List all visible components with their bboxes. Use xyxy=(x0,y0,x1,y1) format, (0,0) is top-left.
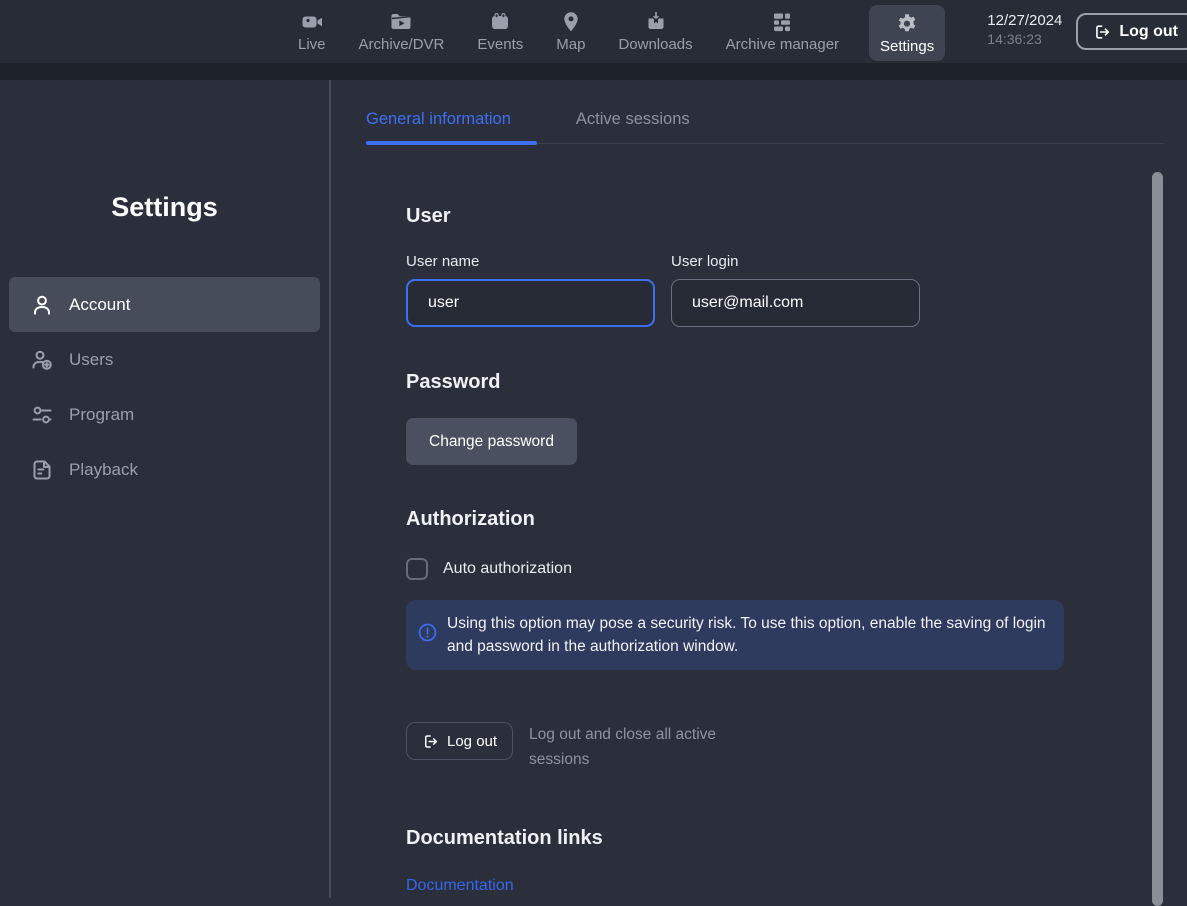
auto-authorization-row: Auto authorization xyxy=(406,558,1064,580)
nav-item-downloads[interactable]: Downloads xyxy=(615,0,695,63)
auto-authorization-checkbox[interactable] xyxy=(406,558,428,580)
sidebar-item-label: Program xyxy=(69,405,134,425)
user-section: User User name User login xyxy=(406,205,1064,327)
grid-chip-icon xyxy=(770,10,794,34)
logout-section: Log out Log out and close all active ses… xyxy=(406,722,1064,772)
logout-icon xyxy=(1093,23,1111,41)
user-section-title: User xyxy=(406,205,1064,228)
top-bar: Live Archive/DVR Events Map Downloads xyxy=(0,0,1187,63)
user-name-input[interactable] xyxy=(406,279,655,327)
security-warning-text: Using this option may pose a security ri… xyxy=(447,612,1050,658)
logout-icon xyxy=(422,733,439,750)
nav-item-events[interactable]: Events xyxy=(474,0,526,63)
sidebar-item-users[interactable]: Users xyxy=(9,332,320,387)
user-name-label: User name xyxy=(406,253,655,270)
person-add-icon xyxy=(29,347,55,373)
sidebar-item-playback[interactable]: Playback xyxy=(9,442,320,497)
nav-item-label: Events xyxy=(477,36,523,53)
main-panel: General information Active sessions User… xyxy=(331,80,1187,898)
download-tray-icon xyxy=(644,10,668,34)
user-login-input[interactable] xyxy=(671,279,920,327)
sidebar-item-label: Users xyxy=(69,350,113,370)
logout-button-label: Log out xyxy=(1119,23,1178,41)
authorization-section-title: Authorization xyxy=(406,508,1064,531)
settings-sidebar: Settings Account Users Program xyxy=(0,80,331,898)
time-text: 14:36:23 xyxy=(987,31,1062,49)
tab-general-information[interactable]: General information xyxy=(366,110,537,143)
sidebar-item-label: Account xyxy=(69,295,130,315)
logout-button-label: Log out xyxy=(447,733,497,750)
nav-item-archive-manager[interactable]: Archive manager xyxy=(723,0,842,63)
auto-authorization-label: Auto authorization xyxy=(443,560,572,578)
topbar-separator xyxy=(0,63,1187,80)
nav-item-label: Archive manager xyxy=(726,36,839,53)
documentation-section: Documentation links Documentation xyxy=(406,827,1064,895)
password-section-title: Password xyxy=(406,371,1064,394)
logout-button-main[interactable]: Log out xyxy=(406,722,513,760)
nav-item-label: Map xyxy=(556,36,585,53)
documentation-link[interactable]: Documentation xyxy=(406,877,514,895)
person-icon xyxy=(29,292,55,318)
content-area: Settings Account Users Program xyxy=(0,80,1187,898)
nav-item-live[interactable]: Live xyxy=(295,0,329,63)
nav-item-map[interactable]: Map xyxy=(553,0,588,63)
logout-button-top[interactable]: Log out xyxy=(1076,13,1187,50)
sliders-icon xyxy=(29,402,55,428)
change-password-button[interactable]: Change password xyxy=(406,418,577,465)
sidebar-title: Settings xyxy=(0,192,329,223)
account-settings-page: User User name User login Password Chang… xyxy=(406,205,1064,895)
user-fields-row: User name User login xyxy=(406,253,1064,327)
nav-item-label: Downloads xyxy=(618,36,692,53)
tab-bar: General information Active sessions xyxy=(366,110,1164,144)
user-login-label: User login xyxy=(671,253,920,270)
top-navigation: Live Archive/DVR Events Map Downloads xyxy=(295,0,945,63)
password-section: Password Change password xyxy=(406,371,1064,465)
logout-description: Log out and close all active sessions xyxy=(529,722,761,772)
vertical-scrollbar[interactable] xyxy=(1152,172,1163,906)
security-warning-box: Using this option may pose a security ri… xyxy=(406,600,1064,670)
calendar-icon xyxy=(488,10,512,34)
documentation-section-title: Documentation links xyxy=(406,827,1064,850)
sidebar-item-label: Playback xyxy=(69,460,138,480)
nav-item-archive-dvr[interactable]: Archive/DVR xyxy=(356,0,448,63)
nav-item-settings[interactable]: Settings xyxy=(869,5,945,61)
datetime-display: 12/27/2024 14:36:23 xyxy=(987,0,1062,63)
nav-item-label: Live xyxy=(298,36,326,53)
user-name-field-group: User name xyxy=(406,253,655,327)
video-camera-icon xyxy=(300,10,324,34)
nav-item-label: Archive/DVR xyxy=(359,36,445,53)
sidebar-item-account[interactable]: Account xyxy=(9,277,320,332)
tab-active-sessions[interactable]: Active sessions xyxy=(576,110,690,143)
document-icon xyxy=(29,457,55,483)
gear-icon xyxy=(895,12,919,36)
info-icon xyxy=(418,623,437,647)
sidebar-menu: Account Users Program Playback xyxy=(0,277,329,497)
sidebar-item-program[interactable]: Program xyxy=(9,387,320,442)
user-login-field-group: User login xyxy=(671,253,920,327)
nav-item-label: Settings xyxy=(880,38,934,55)
date-text: 12/27/2024 xyxy=(987,12,1062,31)
folder-play-icon xyxy=(389,10,413,34)
authorization-section: Authorization Auto authorization Using t… xyxy=(406,508,1064,670)
map-pin-icon xyxy=(559,10,583,34)
